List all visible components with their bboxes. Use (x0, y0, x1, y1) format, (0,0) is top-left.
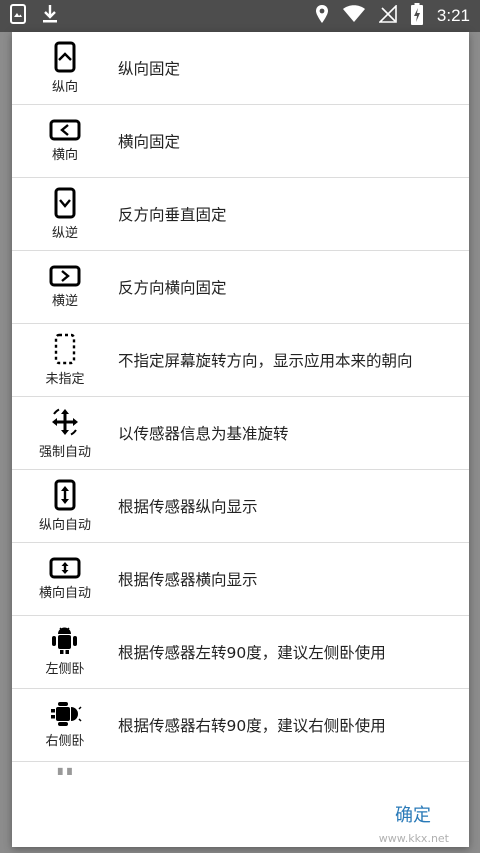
option-label: 横向自动 (38, 586, 91, 601)
reverse-portrait-icon (54, 187, 76, 219)
option-description: 不指定屏幕旋转方向，显示应用本来的朝向 (118, 352, 413, 370)
download-icon (42, 4, 58, 28)
status-bar: 3:21 (0, 0, 480, 32)
landscape-icon (49, 119, 81, 141)
option-portrait-auto[interactable]: 纵向自动 根据传感器纵向显示 (12, 470, 469, 543)
option-description: 根据传感器纵向显示 (118, 498, 258, 516)
option-description: 纵向固定 (118, 60, 181, 78)
option-right-lying[interactable]: 右侧卧 根据传感器右转90度，建议右侧卧使用 (12, 689, 469, 762)
status-time: 3:21 (436, 6, 470, 25)
option-label: 右侧卧 (45, 734, 85, 749)
force-auto-icon (49, 406, 81, 438)
option-partial[interactable]: ▘▘ (12, 762, 469, 802)
option-unspecified[interactable]: 未指定 不指定屏幕旋转方向，显示应用本来的朝向 (12, 324, 469, 397)
option-description: 反方向垂直固定 (118, 206, 227, 224)
option-landscape[interactable]: 横向 横向固定 (12, 105, 469, 178)
option-description: 反方向横向固定 (118, 279, 227, 297)
reverse-landscape-icon (49, 265, 81, 287)
option-description: 横向固定 (118, 133, 181, 151)
orientation-dialog: 纵向 纵向固定 横向 横向固定 纵逆 反方向垂直固定 横逆 反方向横向固定 未指… (12, 32, 469, 847)
location-icon (315, 4, 329, 28)
partial-icon: ▘▘ (58, 768, 77, 782)
option-portrait[interactable]: 纵向 纵向固定 (12, 32, 469, 105)
option-label: 纵向自动 (38, 518, 91, 533)
option-description: 以传感器信息为基准旋转 (118, 425, 289, 443)
option-label: 横逆 (51, 294, 78, 309)
landscape-auto-icon (49, 557, 81, 579)
option-label: 左侧卧 (45, 662, 85, 677)
option-label: 纵向 (51, 80, 78, 95)
wifi-icon (342, 5, 365, 27)
portrait-auto-icon (54, 479, 76, 511)
screenshot-icon (10, 4, 26, 28)
option-landscape-auto[interactable]: 横向自动 根据传感器横向显示 (12, 543, 469, 616)
unspecified-icon (54, 333, 76, 365)
option-description: 根据传感器横向显示 (118, 571, 258, 589)
option-description: 根据传感器左转90度，建议左侧卧使用 (118, 644, 386, 662)
option-label: 纵逆 (51, 226, 78, 241)
option-reverse-landscape[interactable]: 横逆 反方向横向固定 (12, 251, 469, 324)
option-description: 根据传感器右转90度，建议右侧卧使用 (118, 717, 386, 735)
no-signal-icon (377, 4, 397, 27)
left-lying-icon (49, 627, 81, 655)
option-label: 横向 (51, 148, 78, 163)
portrait-icon (54, 41, 76, 73)
option-left-lying[interactable]: 左侧卧 根据传感器左转90度，建议左侧卧使用 (12, 616, 469, 689)
watermark: www.kkx.net (378, 832, 449, 845)
right-lying-icon (48, 701, 82, 727)
option-label: 强制自动 (38, 445, 91, 460)
battery-charging-icon (410, 3, 423, 29)
option-reverse-portrait[interactable]: 纵逆 反方向垂直固定 (12, 178, 469, 251)
option-force-auto[interactable]: 强制自动 以传感器信息为基准旋转 (12, 397, 469, 470)
option-label: 未指定 (45, 372, 85, 387)
confirm-button[interactable]: 确定 (395, 801, 431, 827)
